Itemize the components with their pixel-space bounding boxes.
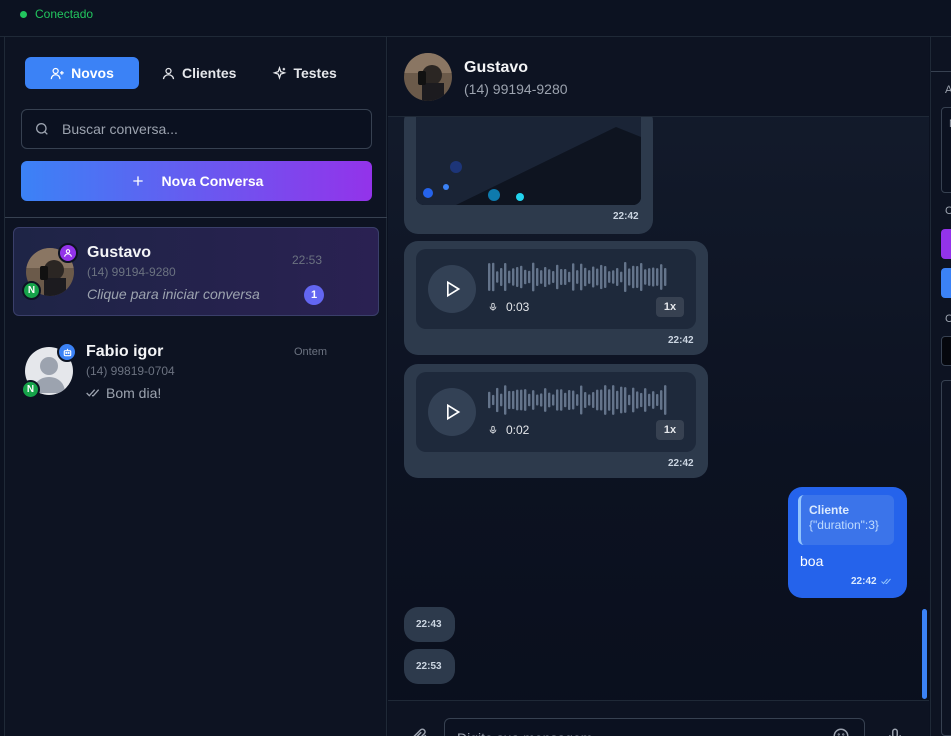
user-icon xyxy=(64,249,72,257)
status-label: Conectado xyxy=(35,7,94,21)
new-tag-badge: N xyxy=(22,281,41,300)
message-meta: 22:42 xyxy=(851,576,893,587)
message-input-box xyxy=(444,718,865,736)
message-time: 22:42 xyxy=(668,458,694,469)
empty-message[interactable]: 22:43 xyxy=(404,607,455,642)
panel-label: C xyxy=(945,313,951,325)
conversation-last-message: Clique para iniciar conversa xyxy=(87,286,260,302)
conversation-item-fabio[interactable]: N Fabio igor (14) 99819-0704 Bom dia! On… xyxy=(13,327,379,416)
message-time: 22:42 xyxy=(668,335,694,346)
conversation-time: Ontem xyxy=(293,346,327,358)
tab-label: Clientes xyxy=(182,65,237,81)
message-time: 22:43 xyxy=(416,619,442,630)
image-message[interactable]: 22:42 xyxy=(404,107,653,234)
message-input[interactable] xyxy=(457,730,817,736)
client-type-badge xyxy=(58,243,78,263)
mic-icon xyxy=(489,425,497,434)
playback-speed-button[interactable]: 1x xyxy=(656,297,684,317)
new-conversation-button[interactable]: Nova Conversa xyxy=(21,161,372,201)
new-conversation-label: Nova Conversa xyxy=(161,173,264,189)
chat-header: Gustavo (14) 99194-9280 xyxy=(388,37,929,117)
audio-duration: 0:02 xyxy=(488,423,529,437)
message-image[interactable] xyxy=(416,107,641,205)
mic-icon[interactable] xyxy=(886,727,904,736)
quote-author: Cliente xyxy=(809,503,850,517)
connection-status: Conectado xyxy=(20,7,93,21)
plus-icon xyxy=(132,176,143,186)
audio-player: 0:02 1x xyxy=(416,372,696,452)
quote-body: {"duration":3} xyxy=(809,518,879,532)
details-panel: A M C C xyxy=(930,37,951,736)
play-icon xyxy=(447,280,461,298)
conversation-time: 22:53 xyxy=(291,253,322,267)
quoted-message[interactable]: Cliente {"duration":3} xyxy=(798,495,894,545)
search-input[interactable] xyxy=(62,121,352,137)
new-tag-badge: N xyxy=(21,380,40,399)
conversation-last-message-row: Bom dia! xyxy=(86,385,161,401)
mic-icon xyxy=(489,302,497,311)
conversation-phone: (14) 99194-9280 xyxy=(87,265,176,279)
divider xyxy=(5,217,387,218)
audio-duration-label: 0:03 xyxy=(506,300,530,314)
message-time: 22:42 xyxy=(613,211,639,222)
sparkles-icon xyxy=(272,65,287,80)
tab-testes[interactable]: Testes xyxy=(258,57,350,89)
panel-button[interactable] xyxy=(941,229,951,259)
paperclip-icon[interactable] xyxy=(410,727,428,736)
message-text: boa xyxy=(800,553,824,569)
double-check-icon xyxy=(880,578,891,585)
message-time: 22:42 xyxy=(851,576,877,587)
tab-clientes[interactable]: Clientes xyxy=(147,57,250,89)
chat-contact-name: Gustavo xyxy=(464,59,529,76)
divider xyxy=(931,71,951,72)
audio-message: 0:02 1x 22:42 xyxy=(404,364,708,478)
double-check-icon xyxy=(86,389,100,397)
audio-player: 0:03 1x xyxy=(416,249,696,329)
search-box xyxy=(21,109,372,149)
avatar[interactable] xyxy=(404,53,452,101)
chat-contact-phone: (14) 99194-9280 xyxy=(464,81,568,97)
empty-message[interactable]: 22:53 xyxy=(404,649,455,684)
play-button[interactable] xyxy=(428,388,476,436)
audio-message: 0:03 1x 22:42 xyxy=(404,241,708,355)
user-icon xyxy=(162,67,175,79)
bot-type-badge xyxy=(57,342,77,362)
outgoing-message[interactable]: Cliente {"duration":3} boa 22:42 xyxy=(788,487,907,598)
chat-scrollbar[interactable] xyxy=(922,609,927,699)
top-bar: Conectado xyxy=(0,0,951,37)
play-icon xyxy=(447,403,461,421)
tab-novos[interactable]: Novos xyxy=(25,57,139,89)
emoji-icon[interactable] xyxy=(832,727,850,736)
user-plus-icon xyxy=(50,67,64,79)
message-composer xyxy=(388,700,929,736)
panel-label: A xyxy=(945,84,951,96)
filter-tabs: Novos Clientes Testes xyxy=(25,57,351,89)
search-icon xyxy=(36,123,48,135)
conversation-name: Gustavo xyxy=(87,244,152,261)
message-time: 22:53 xyxy=(416,661,442,672)
conversation-item-gustavo[interactable]: N Gustavo (14) 99194-9280 Clique para in… xyxy=(13,227,379,316)
conversation-name: Fabio igor xyxy=(86,343,164,360)
panel-button[interactable] xyxy=(941,268,951,298)
status-dot xyxy=(20,10,27,18)
conversation-phone: (14) 99819-0704 xyxy=(86,364,175,378)
panel-select[interactable] xyxy=(941,336,951,366)
bot-icon xyxy=(63,348,71,356)
chat-panel: 22:42 0:03 1x 22:42 0:02 1x 22:42 Client… xyxy=(388,37,929,736)
tab-label: Novos xyxy=(71,65,114,81)
audio-duration-label: 0:02 xyxy=(506,423,530,437)
audio-duration: 0:03 xyxy=(488,300,529,314)
panel-label: C xyxy=(945,205,951,217)
tab-label: Testes xyxy=(293,65,337,81)
audio-waveform[interactable] xyxy=(488,262,668,292)
conversation-sidebar: Novos Clientes Testes Nova Conversa xyxy=(4,37,387,736)
panel-section xyxy=(941,380,951,736)
play-button[interactable] xyxy=(428,265,476,313)
audio-waveform[interactable] xyxy=(488,385,668,415)
conversation-last-message: Bom dia! xyxy=(106,385,162,401)
playback-speed-button[interactable]: 1x xyxy=(656,420,684,440)
unread-count-badge: 1 xyxy=(304,285,324,305)
